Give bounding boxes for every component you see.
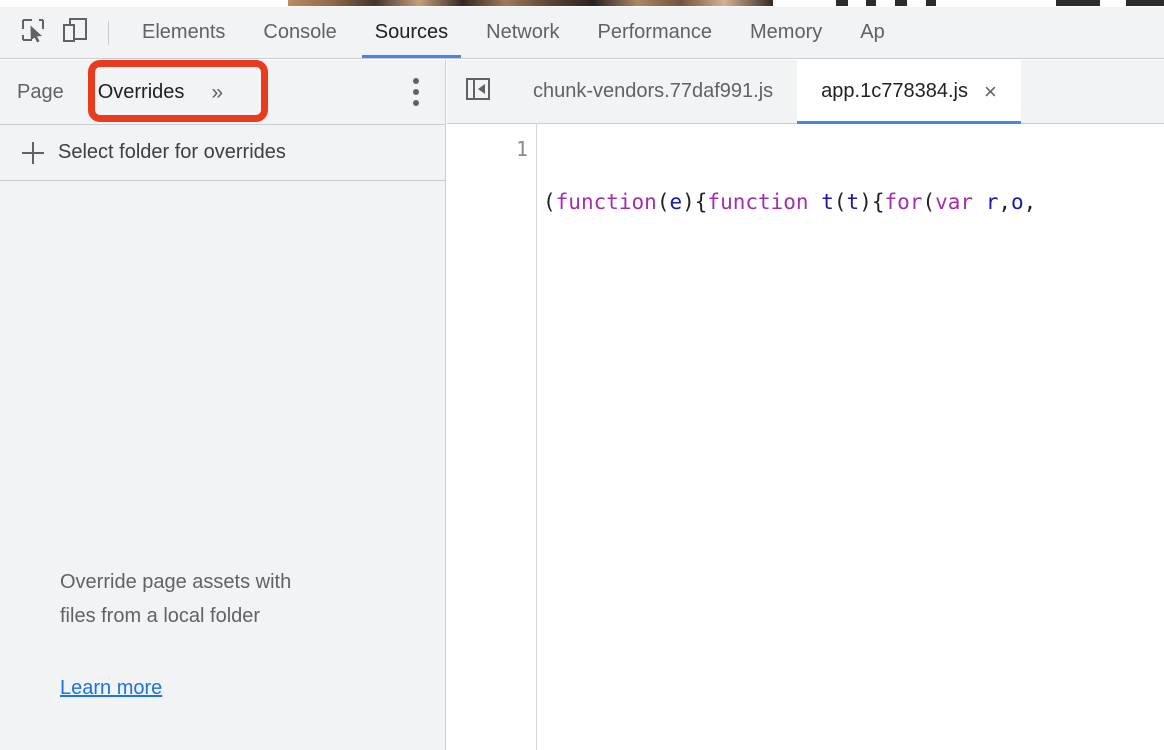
collapse-navigator-button[interactable] xyxy=(447,60,509,123)
code-token: ( xyxy=(656,190,670,214)
code-editor[interactable]: 1 (function(e){function t(t){for(var r,o… xyxy=(447,124,1164,750)
more-dot xyxy=(413,89,419,95)
learn-more-link[interactable]: Learn more xyxy=(60,677,162,700)
devtools-window: Elements Console Sources Network Perform… xyxy=(0,0,1164,750)
code-token: for xyxy=(884,190,923,214)
file-tab-label: app.1c778384.js xyxy=(821,80,968,102)
code-token: e xyxy=(669,190,683,214)
inspect-element-button[interactable] xyxy=(12,13,54,53)
code-token: ( xyxy=(543,190,556,214)
empty-state-line-1: Override page assets with xyxy=(60,571,292,593)
select-folder-for-overrides-button[interactable]: Select folder for overrides xyxy=(0,125,445,181)
toolbar-divider xyxy=(108,20,109,45)
code-line-1: (function(e){function t(t){for(var r,o, xyxy=(543,189,1164,215)
empty-state-line-2: files from a local folder xyxy=(60,605,261,627)
sources-navigator-sidebar: Page Overrides » Select folder for overr… xyxy=(0,60,446,750)
panel-tab-performance[interactable]: Performance xyxy=(579,7,732,58)
chevron-double-right-icon[interactable]: » xyxy=(201,82,233,103)
panel-tab-network[interactable]: Network xyxy=(467,7,578,58)
code-content[interactable]: (function(e){function t(t){for(var r,o, xyxy=(537,124,1164,750)
code-token: t xyxy=(821,190,834,214)
code-token: o xyxy=(1011,190,1024,214)
panel-tab-elements[interactable]: Elements xyxy=(123,7,244,58)
code-token: , xyxy=(998,190,1011,214)
page-sliver-element-b xyxy=(866,0,876,6)
navigator-tab-page[interactable]: Page xyxy=(0,70,81,114)
code-token: ){ xyxy=(859,190,885,214)
code-token: t xyxy=(846,190,860,214)
page-sliver-element-c xyxy=(895,0,907,6)
device-toolbar-button[interactable] xyxy=(54,13,96,53)
overrides-empty-state: Override page assets with files from a l… xyxy=(0,565,446,700)
file-tab-bar: chunk-vendors.77daf991.js app.1c778384.j… xyxy=(447,60,1164,124)
file-tab-app[interactable]: app.1c778384.js × xyxy=(797,60,1021,124)
line-number-gutter: 1 xyxy=(447,124,537,750)
code-token: r xyxy=(985,190,999,214)
page-sliver-element-d xyxy=(926,0,936,6)
code-token: ( xyxy=(833,190,847,214)
more-dot xyxy=(413,78,419,84)
page-sliver-image xyxy=(288,0,773,6)
code-token: , xyxy=(1023,190,1037,214)
panel-collapse-left-icon xyxy=(465,76,491,107)
panel-tab-application[interactable]: Ap xyxy=(841,7,903,58)
select-folder-label: Select folder for overrides xyxy=(58,141,286,163)
page-sliver-element-a xyxy=(836,0,848,6)
device-toolbar-icon xyxy=(61,16,89,49)
code-token: function xyxy=(707,190,809,214)
code-token: ( xyxy=(922,190,936,214)
line-number: 1 xyxy=(515,137,528,161)
panel-tab-console[interactable]: Console xyxy=(244,7,355,58)
navigator-tab-bar: Page Overrides » xyxy=(0,60,445,125)
panel-tab-memory[interactable]: Memory xyxy=(731,7,841,58)
page-sliver-element-e xyxy=(1056,0,1100,6)
plus-icon xyxy=(22,141,44,164)
close-icon[interactable]: × xyxy=(984,80,997,103)
code-token: ){ xyxy=(682,190,708,214)
source-editor-pane: chunk-vendors.77daf991.js app.1c778384.j… xyxy=(447,60,1164,750)
navigator-tab-overrides[interactable]: Overrides xyxy=(80,70,202,114)
code-token: function xyxy=(555,190,657,214)
code-token: var xyxy=(935,190,974,214)
panel-tab-sources[interactable]: Sources xyxy=(356,7,467,58)
file-tab-label: chunk-vendors.77daf991.js xyxy=(533,80,774,102)
inspect-element-icon xyxy=(19,16,47,49)
devtools-main-toolbar: Elements Console Sources Network Perform… xyxy=(0,7,1164,59)
inspected-page-sliver xyxy=(0,0,1164,7)
file-tab-chunk-vendors[interactable]: chunk-vendors.77daf991.js xyxy=(509,60,797,123)
more-vertical-icon[interactable] xyxy=(413,78,419,106)
more-dot xyxy=(413,100,419,106)
page-sliver-element-f xyxy=(1126,0,1164,6)
